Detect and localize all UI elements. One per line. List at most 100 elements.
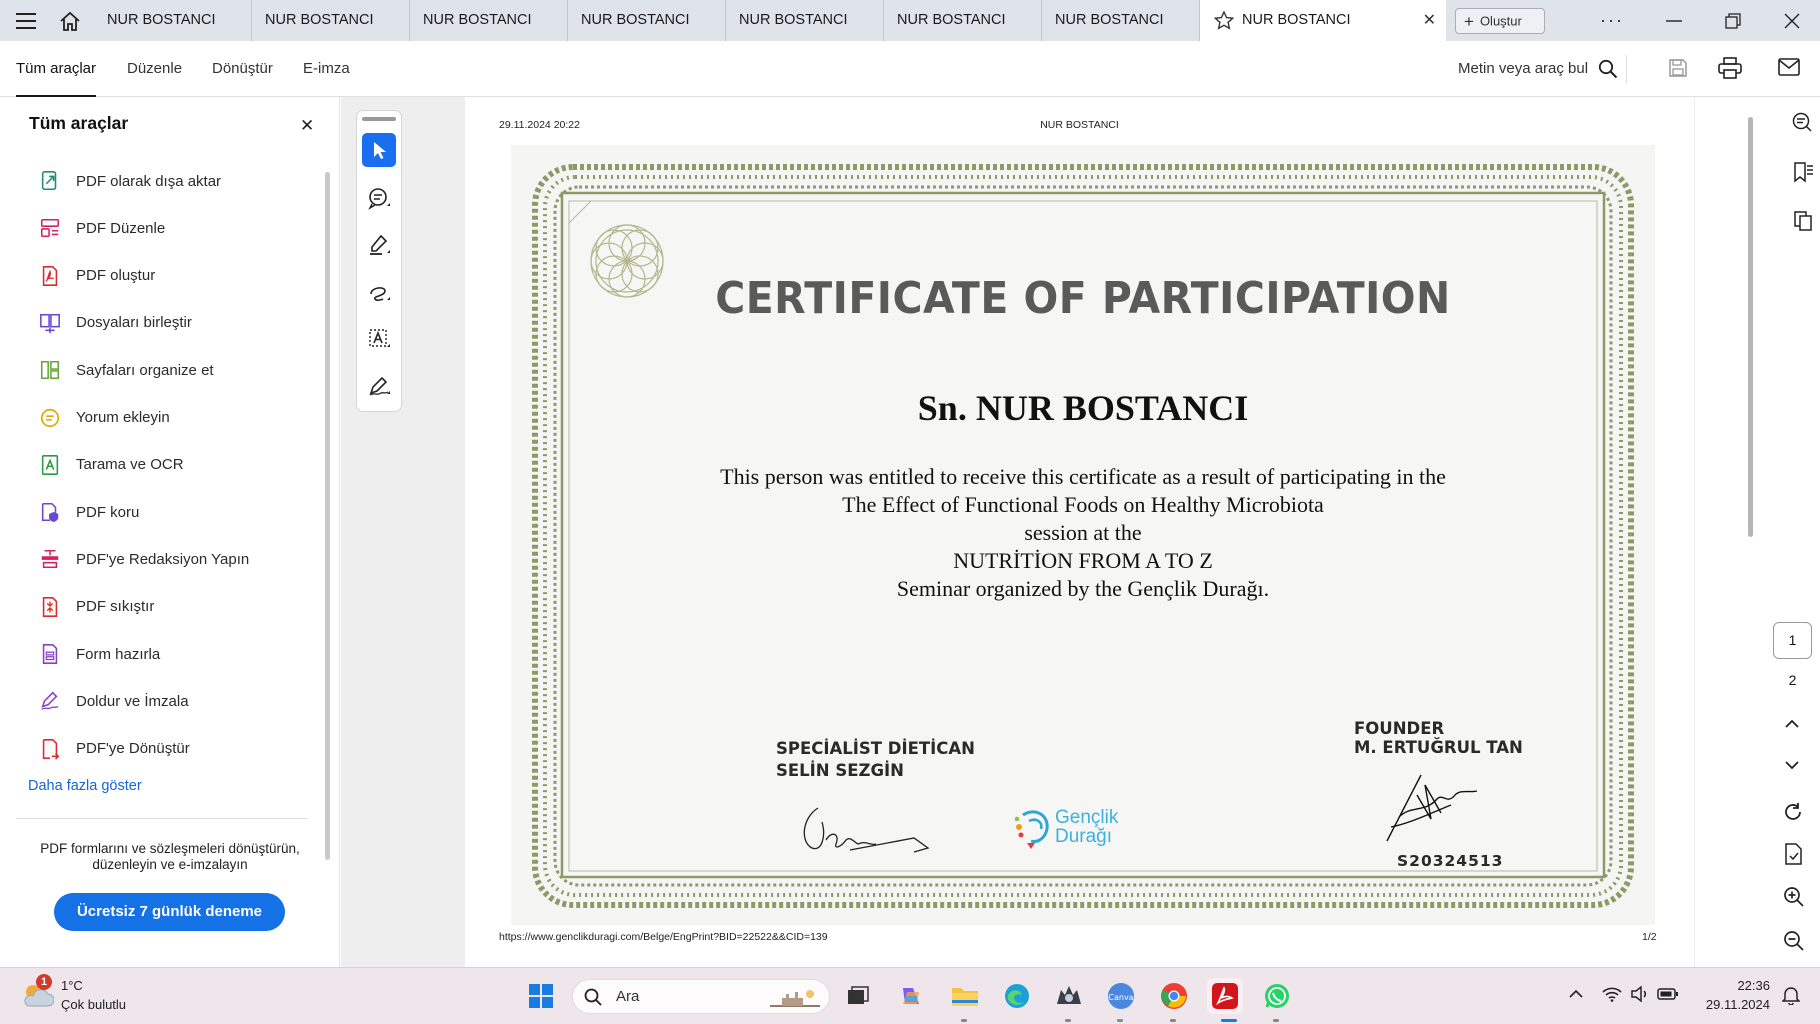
scrollbar[interactable] xyxy=(325,172,330,860)
text-box-tool-icon[interactable] xyxy=(362,322,396,356)
all-tools-panel: Tüm araçlar ✕ PDF olarak dışa aktar PDF D… xyxy=(0,97,340,967)
pages-icon[interactable] xyxy=(1792,210,1814,232)
tab-convert[interactable]: Dönüştür xyxy=(212,41,273,97)
minimize-icon[interactable] xyxy=(1650,0,1698,41)
search-highlight-icon xyxy=(768,986,822,1010)
tool-item[interactable]: PDF Düzenle xyxy=(38,208,165,248)
sign-tool-icon[interactable] xyxy=(362,369,396,403)
more-options-icon[interactable]: ··· xyxy=(1588,0,1636,41)
weather-badge: 1 xyxy=(36,974,52,990)
find-text-or-tool[interactable]: Metin veya araç bul xyxy=(1458,41,1618,97)
tool-item[interactable]: Tarama ve OCR xyxy=(38,445,184,485)
page-thumb-1[interactable]: 1 xyxy=(1773,622,1812,659)
close-panel-icon[interactable]: ✕ xyxy=(300,116,314,136)
tool-item[interactable]: Form hazırla xyxy=(38,634,160,674)
weather-widget-icon[interactable]: 1 xyxy=(20,974,54,1012)
zoom-in-icon[interactable] xyxy=(1783,886,1805,908)
tool-item[interactable]: Yorum ekleyin xyxy=(38,398,170,438)
free-trial-button[interactable]: Ücretsiz 7 günlük deneme xyxy=(54,893,285,931)
previous-page-icon[interactable] xyxy=(1784,719,1800,729)
tab-document-2[interactable]: NUR BOSTANCI xyxy=(252,0,410,41)
certificate-body: This person was entitled to receive this… xyxy=(511,463,1655,603)
bookmarks-icon[interactable] xyxy=(1792,161,1814,183)
tab-e-sign[interactable]: E-imza xyxy=(303,41,350,97)
left-signatory-role: SPECİALİST DİETİCAN xyxy=(776,739,975,758)
volume-icon[interactable] xyxy=(1630,985,1650,1003)
add-comment-tool-icon[interactable] xyxy=(362,181,396,215)
draw-tool-icon[interactable] xyxy=(362,275,396,309)
highlight-tool-icon[interactable] xyxy=(362,228,396,262)
combine-files-icon xyxy=(38,311,62,335)
left-signatory: SPECİALİST DİETİCAN SELİN SEZGİN xyxy=(776,738,975,782)
title-bar: NUR BOSTANCI NUR BOSTANCI NUR BOSTANCI N… xyxy=(0,0,1820,41)
print-icon[interactable] xyxy=(1718,57,1742,79)
canva-icon[interactable]: Canva xyxy=(1103,978,1139,1014)
tab-label: NUR BOSTANCI xyxy=(1242,12,1351,28)
body-line: session at the xyxy=(1024,520,1142,545)
create-button[interactable]: + Oluştur xyxy=(1455,8,1545,34)
plus-icon: + xyxy=(1464,11,1474,31)
email-icon[interactable] xyxy=(1778,58,1800,76)
home-icon[interactable] xyxy=(46,0,94,41)
show-hidden-icons-icon[interactable] xyxy=(1568,989,1584,999)
restore-icon[interactable] xyxy=(1709,0,1757,41)
copilot-icon[interactable] xyxy=(893,978,929,1014)
page-thumb-2[interactable]: 2 xyxy=(1773,663,1812,700)
tool-item[interactable]: PDF sıkıştır xyxy=(38,587,154,627)
body-line: This person was entitled to receive this… xyxy=(720,464,1446,489)
tool-item[interactable]: PDF koru xyxy=(38,492,139,532)
tab-label: NUR BOSTANCI xyxy=(423,12,532,28)
tab-document-1[interactable]: NUR BOSTANCI xyxy=(94,0,252,41)
right-signature xyxy=(1386,774,1478,842)
battery-icon[interactable] xyxy=(1657,987,1679,1001)
document-scrollbar[interactable] xyxy=(1748,117,1753,537)
tab-document-7[interactable]: NUR BOSTANCI xyxy=(1042,0,1200,41)
tool-item[interactable]: Sayfaları organize et xyxy=(38,350,214,390)
tab-document-6[interactable]: NUR BOSTANCI xyxy=(884,0,1042,41)
divider xyxy=(1626,55,1627,83)
weather-temperature: 1°C xyxy=(61,978,83,993)
tab-document-4[interactable]: NUR BOSTANCI xyxy=(568,0,726,41)
notification-bell-icon[interactable] xyxy=(1782,985,1800,1005)
tab-edit[interactable]: Düzenle xyxy=(127,41,182,97)
edge-browser-icon[interactable] xyxy=(999,978,1035,1014)
tool-item[interactable]: Dosyaları birleştir xyxy=(38,303,192,343)
app-icon-wolf[interactable] xyxy=(1051,978,1087,1014)
drag-handle[interactable] xyxy=(362,117,396,121)
tool-item[interactable]: PDF olarak dışa aktar xyxy=(38,161,221,201)
show-more-link[interactable]: Daha fazla göster xyxy=(28,778,142,794)
tab-document-3[interactable]: NUR BOSTANCI xyxy=(410,0,568,41)
tool-item[interactable]: Doldur ve İmzala xyxy=(38,681,189,721)
edit-pdf-icon xyxy=(38,216,62,240)
tab-document-active[interactable]: NUR BOSTANCI ✕ xyxy=(1200,0,1446,41)
whatsapp-icon[interactable] xyxy=(1259,978,1295,1014)
organize-pages-icon xyxy=(38,358,62,382)
close-tab-icon[interactable]: ✕ xyxy=(1423,0,1436,41)
body-line: Seminar organized by the Gençlik Durağı. xyxy=(896,576,1270,601)
close-window-icon[interactable] xyxy=(1768,0,1816,41)
wifi-icon[interactable] xyxy=(1602,986,1622,1002)
save-icon[interactable] xyxy=(1668,58,1688,78)
select-tool-icon[interactable] xyxy=(362,133,396,167)
star-icon[interactable] xyxy=(1214,11,1234,30)
tab-document-5[interactable]: NUR BOSTANCI xyxy=(726,0,884,41)
body-line: NUTRİTİON FROM A TO Z xyxy=(953,548,1213,573)
chrome-icon[interactable] xyxy=(1156,978,1192,1014)
tool-item[interactable]: PDF oluştur xyxy=(38,256,155,296)
tab-all-tools[interactable]: Tüm araçlar xyxy=(16,41,97,97)
windows-start-icon[interactable] xyxy=(523,978,559,1014)
document-properties-icon[interactable] xyxy=(1783,842,1805,866)
comments-panel-icon[interactable] xyxy=(1791,111,1813,133)
taskbar-search-box[interactable]: Ara xyxy=(572,979,830,1014)
tool-item[interactable]: PDF'ye Dönüştür xyxy=(38,729,190,769)
acrobat-icon[interactable] xyxy=(1207,978,1243,1014)
clock-date[interactable]: 29.11.2024 xyxy=(1688,997,1770,1012)
clock-time[interactable]: 22:36 xyxy=(1698,978,1770,993)
next-page-icon[interactable] xyxy=(1784,760,1800,770)
rotate-icon[interactable] xyxy=(1782,801,1804,823)
file-explorer-icon[interactable] xyxy=(947,978,983,1014)
task-view-icon[interactable] xyxy=(840,978,876,1014)
tool-item[interactable]: PDF'ye Redaksiyon Yapın xyxy=(38,539,249,579)
zoom-out-icon[interactable] xyxy=(1783,930,1805,952)
hamburger-menu-icon[interactable] xyxy=(2,0,50,41)
